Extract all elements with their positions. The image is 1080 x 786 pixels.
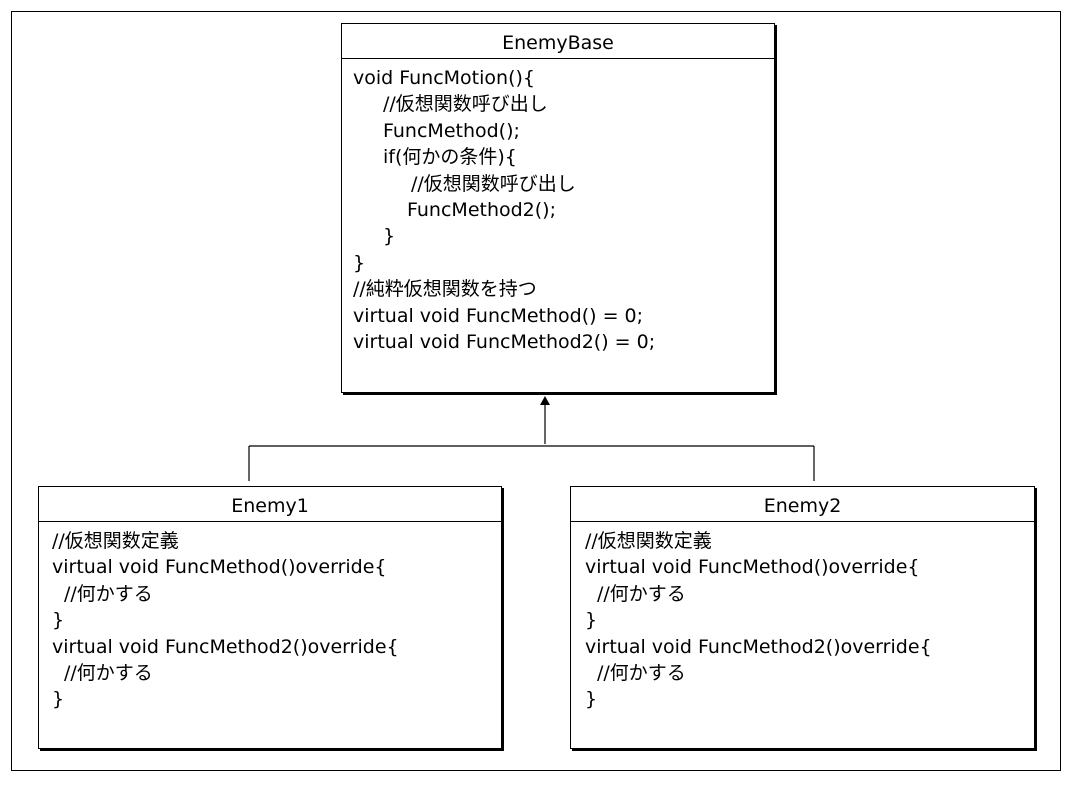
code-comment: //何かする [64, 661, 153, 684]
code-line: } [383, 225, 396, 248]
code-comment: //仮想関数定義 [585, 530, 712, 552]
code-line: virtual void FuncMethod()override{ [52, 556, 387, 579]
class-box-enemybase: EnemyBase void FuncMotion(){ //仮想関数呼び出し … [341, 23, 775, 393]
code-comment: //何かする [597, 661, 686, 684]
code-line: virtual void FuncMethod2() = 0; [353, 330, 656, 353]
code-line: virtual void FuncMethod()override{ [585, 556, 920, 579]
class-box-enemy1: Enemy1 //仮想関数定義 virtual void FuncMethod(… [38, 486, 502, 749]
code-line: virtual void FuncMethod() = 0; [353, 304, 644, 327]
code-line: virtual void FuncMethod2()override{ [52, 635, 399, 658]
class-box-enemy2: Enemy2 //仮想関数定義 virtual void FuncMethod(… [570, 486, 1035, 749]
code-line: if(何かの条件){ [383, 146, 517, 169]
code-line: void FuncMotion(){ [353, 67, 535, 89]
code-comment: //何かする [597, 582, 686, 605]
inheritance-arrowhead [540, 396, 550, 405]
code-comment: //仮想関数定義 [52, 530, 179, 552]
class-body: //仮想関数定義 virtual void FuncMethod()overri… [39, 522, 501, 713]
code-comment: //仮想関数呼び出し [411, 172, 576, 195]
class-name: Enemy1 [39, 487, 501, 522]
code-line: } [585, 609, 598, 632]
code-comment: //何かする [64, 582, 153, 605]
class-name: EnemyBase [342, 24, 774, 59]
code-comment: //仮想関数呼び出し [383, 93, 548, 116]
code-line: } [353, 251, 366, 274]
class-name: Enemy2 [571, 487, 1034, 522]
code-line: FuncMethod2(); [407, 198, 556, 221]
code-line: } [52, 609, 65, 632]
code-comment: //純粋仮想関数を持つ [353, 278, 537, 301]
class-body: //仮想関数定義 virtual void FuncMethod()overri… [571, 522, 1034, 713]
code-line: } [52, 688, 65, 711]
code-line: } [585, 688, 598, 711]
code-line: virtual void FuncMethod2()override{ [585, 635, 932, 658]
code-line: FuncMethod(); [383, 119, 520, 142]
class-body: void FuncMotion(){ //仮想関数呼び出し FuncMethod… [342, 59, 774, 355]
